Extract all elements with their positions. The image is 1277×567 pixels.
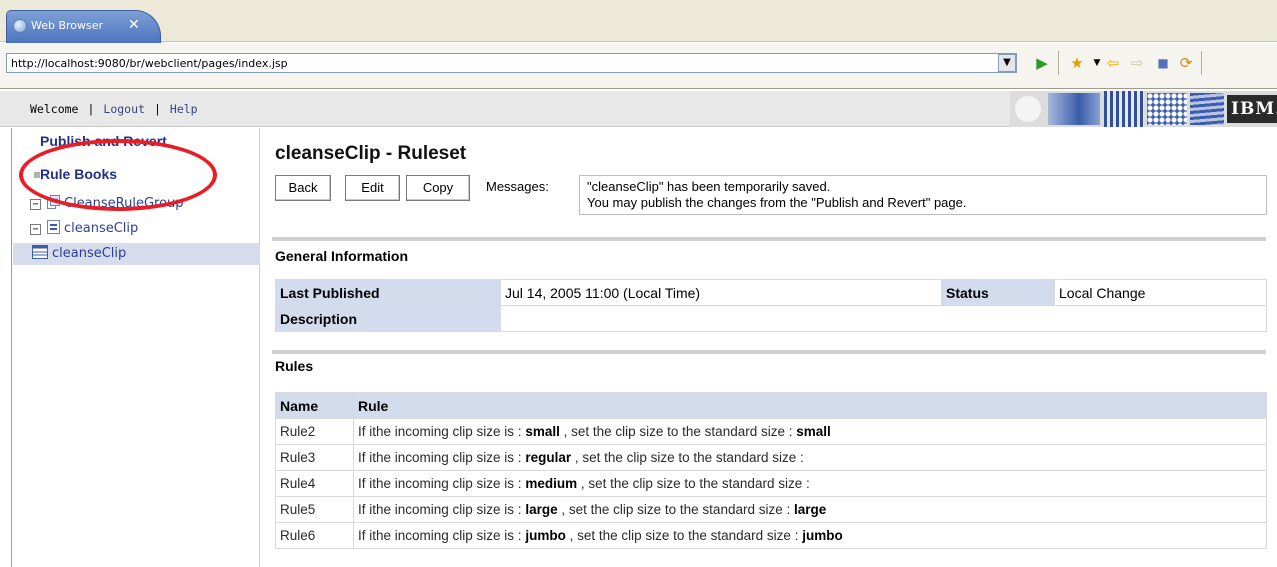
rule-text[interactable]: If ithe incoming clip size is : small , … [353, 418, 1267, 445]
rule-name[interactable]: Rule4 [275, 470, 354, 497]
annotation-oval [19, 139, 217, 211]
table-row[interactable]: Rule3 If ithe incoming clip size is : re… [275, 444, 1267, 471]
go-icon[interactable]: ▶ [1033, 54, 1051, 72]
table-row[interactable]: Rule6 If ithe incoming clip size is : ju… [275, 522, 1267, 549]
rules-table-icon [32, 245, 48, 259]
ibm-banner: IBM. [1010, 91, 1277, 127]
description-value [500, 305, 1267, 332]
back-arrow-icon[interactable]: ⇦ [1104, 54, 1122, 72]
tree-item-ruleset-folder[interactable]: − cleanseClip [30, 220, 138, 236]
main-content: cleanseClip - Ruleset Back Edit Copy Mes… [261, 128, 1277, 567]
section-divider [272, 350, 1266, 354]
column-header-rule: Rule [353, 392, 1267, 419]
toolbar-separator [1058, 51, 1059, 75]
tree-item-ruleset[interactable]: cleanseClip [32, 245, 126, 261]
rules-heading: Rules [275, 358, 314, 374]
messages-label: Messages: [486, 179, 549, 194]
table-row: Description [275, 305, 1267, 332]
view-tab-strip: Web Browser ✕ [0, 0, 1277, 43]
general-information-heading: General Information [275, 248, 409, 264]
copy-button[interactable]: Copy [406, 175, 470, 201]
welcome-label: Welcome [30, 102, 79, 116]
rule-text[interactable]: If ithe incoming clip size is : regular … [353, 444, 1267, 471]
edit-button[interactable]: Edit [345, 175, 400, 201]
favorites-icon[interactable]: ★ [1068, 54, 1086, 72]
message-line: "cleanseClip" has been temporarily saved… [587, 179, 831, 194]
collapse-icon[interactable]: − [30, 199, 41, 210]
globe-icon [13, 19, 27, 33]
table-row[interactable]: Rule4 If ithe incoming clip size is : me… [275, 470, 1267, 497]
rule-name[interactable]: Rule2 [275, 418, 354, 445]
message-line: You may publish the changes from the "Pu… [587, 195, 967, 210]
column-header-name: Name [275, 392, 354, 419]
general-information-table: Last Published Jul 14, 2005 11:00 (Local… [275, 279, 1267, 332]
page-title: cleanseClip - Ruleset [275, 143, 467, 164]
collapse-icon[interactable]: − [30, 224, 41, 235]
toolbar-separator [1201, 51, 1202, 75]
tree-item-label: cleanseClip [52, 246, 127, 261]
status-label: Status [941, 279, 1055, 306]
close-icon[interactable]: ✕ [128, 17, 140, 33]
app-header: Welcome | Logout | Help IBM. [0, 91, 1277, 127]
url-dropdown-button[interactable]: ▼ [998, 54, 1016, 72]
rule-text[interactable]: If ithe incoming clip size is : medium ,… [353, 470, 1267, 497]
rules-table: Name Rule Rule2 If ithe incoming clip si… [275, 392, 1267, 549]
url-input[interactable]: http://localhost:9080/br/webclient/pages… [6, 53, 1017, 73]
logout-link[interactable]: Logout [103, 102, 145, 116]
last-published-label: Last Published [275, 279, 501, 306]
status-value: Local Change [1054, 279, 1267, 306]
rule-text[interactable]: If ithe incoming clip size is : large , … [353, 496, 1267, 523]
rule-text[interactable]: If ithe incoming clip size is : jumbo , … [353, 522, 1267, 549]
rule-name[interactable]: Rule3 [275, 444, 354, 471]
ibm-logo: IBM. [1227, 95, 1277, 123]
messages-box: "cleanseClip" has been temporarily saved… [579, 175, 1267, 215]
ruleset-icon [47, 220, 60, 234]
table-row[interactable]: Rule2 If ithe incoming clip size is : sm… [275, 418, 1267, 445]
tree-item-label: cleanseClip [64, 221, 139, 236]
table-header-row: Name Rule [275, 392, 1267, 419]
back-button[interactable]: Back [275, 175, 331, 201]
web-browser-tab[interactable]: Web Browser ✕ [6, 10, 161, 43]
refresh-icon[interactable]: ⟳ [1177, 54, 1195, 72]
tab-title: Web Browser [31, 19, 104, 32]
table-row[interactable]: Rule5 If ithe incoming clip size is : la… [275, 496, 1267, 523]
rule-name[interactable]: Rule5 [275, 496, 354, 523]
stop-icon[interactable]: ■ [1154, 54, 1172, 72]
header-links: Welcome | Logout | Help [30, 102, 198, 116]
table-row: Last Published Jul 14, 2005 11:00 (Local… [275, 279, 1267, 306]
help-link[interactable]: Help [170, 102, 198, 116]
last-published-value: Jul 14, 2005 11:00 (Local Time) [500, 279, 942, 306]
forward-arrow-icon[interactable]: ⇨ [1128, 54, 1146, 72]
address-toolbar: http://localhost:9080/br/webclient/pages… [0, 43, 1277, 89]
description-label: Description [275, 305, 501, 332]
section-divider [272, 237, 1266, 241]
rule-name[interactable]: Rule6 [275, 522, 354, 549]
